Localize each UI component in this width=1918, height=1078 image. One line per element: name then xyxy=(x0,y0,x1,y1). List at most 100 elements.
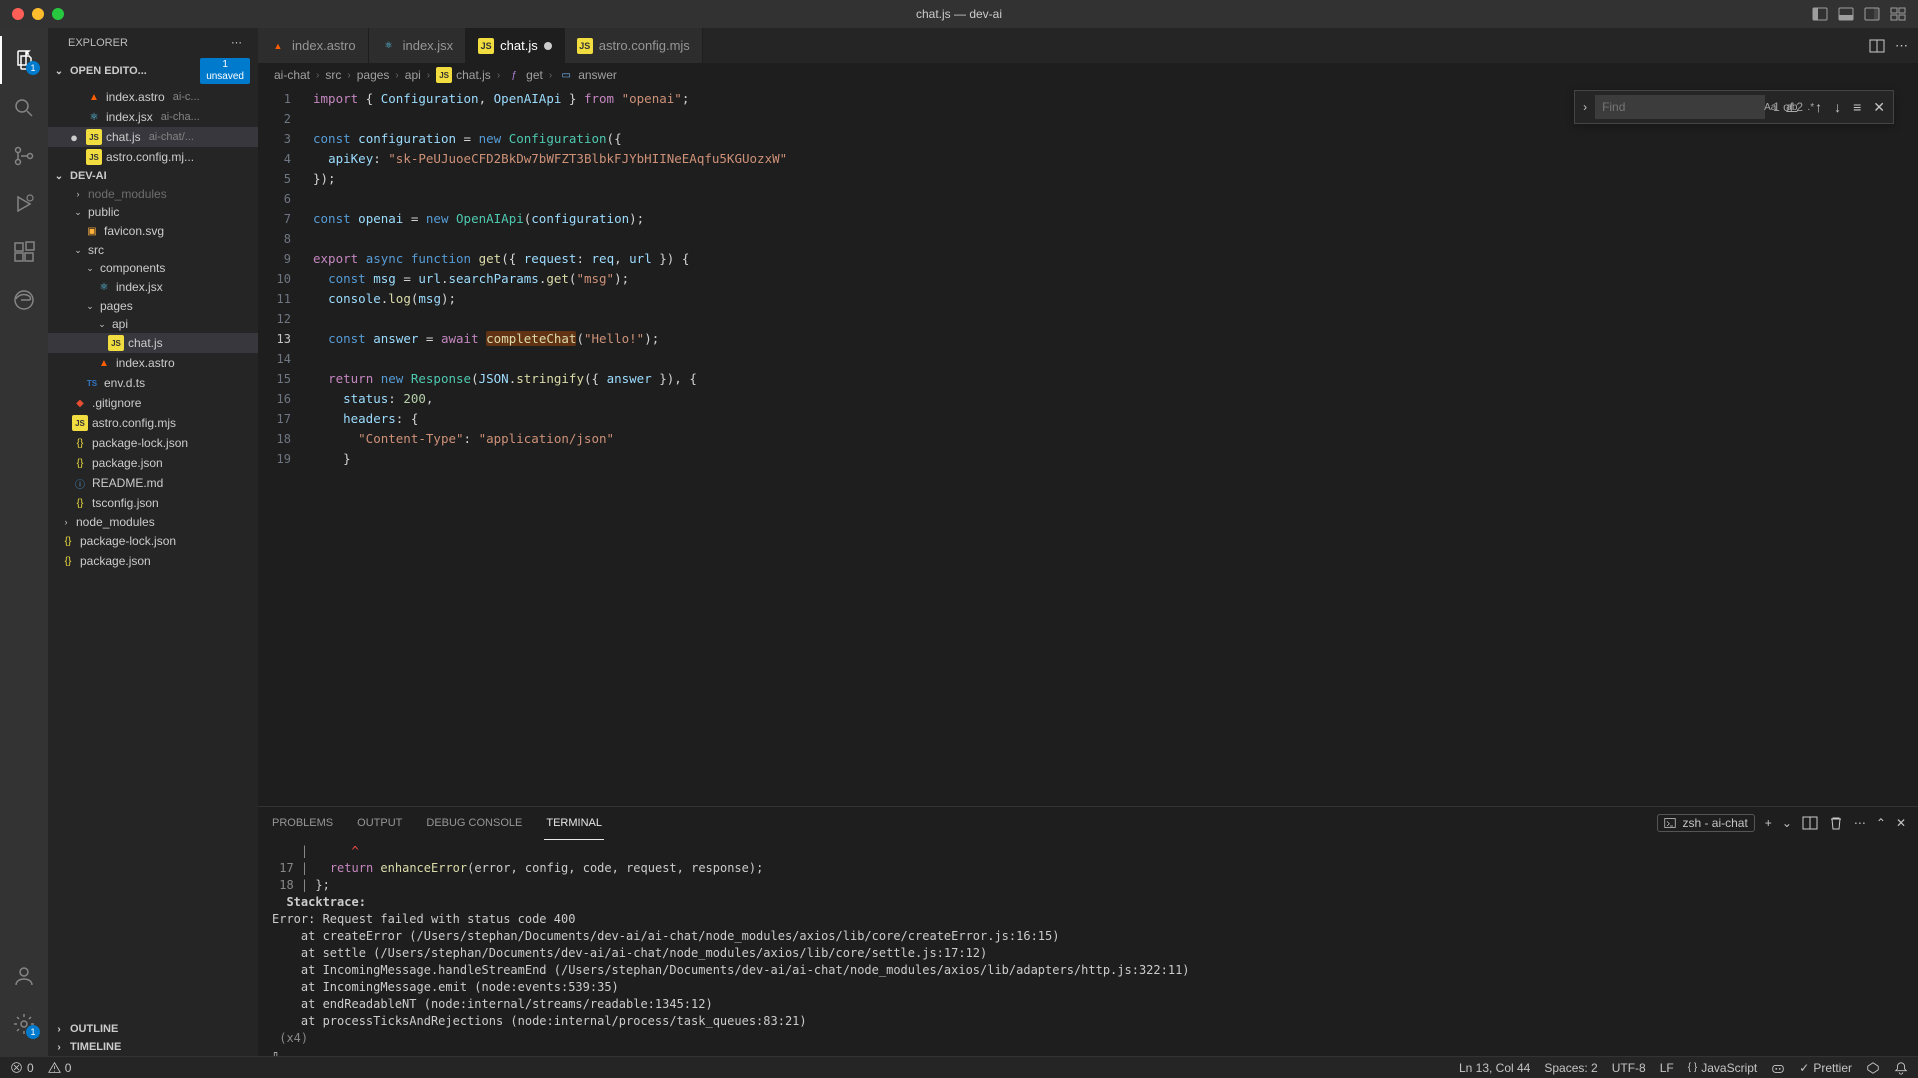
find-prev-icon[interactable]: ↑ xyxy=(1811,97,1826,117)
panel-more-icon[interactable]: ⋯ xyxy=(1854,816,1866,830)
code-line[interactable]: const answer = await completeChat("Hello… xyxy=(313,329,1918,349)
code-line[interactable] xyxy=(313,189,1918,209)
status-eol[interactable]: LF xyxy=(1660,1061,1674,1075)
code-line[interactable]: export async function get({ request: req… xyxy=(313,249,1918,269)
editor-tab[interactable]: ▲index.astro xyxy=(258,28,369,63)
tree-file[interactable]: {}package.json xyxy=(48,551,258,571)
breadcrumb-segment[interactable]: get xyxy=(526,68,543,82)
panel-tab-debug[interactable]: DEBUG CONSOLE xyxy=(424,807,524,839)
sidebar-more-icon[interactable]: ⋯ xyxy=(231,36,242,49)
breadcrumb-segment[interactable]: chat.js xyxy=(456,68,491,82)
status-spaces[interactable]: Spaces: 2 xyxy=(1544,1061,1597,1075)
panel-close-icon[interactable]: ✕ xyxy=(1896,816,1906,830)
panel-tab-output[interactable]: OUTPUT xyxy=(355,807,404,839)
tree-folder[interactable]: ⌄pages xyxy=(48,297,258,315)
layout-panel-left-icon[interactable] xyxy=(1812,6,1828,22)
window-minimize[interactable] xyxy=(32,8,44,20)
status-prettier[interactable]: ✓ Prettier xyxy=(1799,1061,1852,1075)
code-line[interactable]: console.log(msg); xyxy=(313,289,1918,309)
layout-panel-right-icon[interactable] xyxy=(1864,6,1880,22)
tree-file[interactable]: ▲index.astro xyxy=(48,353,258,373)
code-line[interactable]: return new Response(JSON.stringify({ ans… xyxy=(313,369,1918,389)
editor-tab[interactable]: ⚛index.jsx xyxy=(369,28,467,63)
code-editor[interactable]: 12345678910111213141516171819 import { C… xyxy=(258,87,1918,806)
tree-folder[interactable]: ⌄api xyxy=(48,315,258,333)
find-next-icon[interactable]: ↓ xyxy=(1830,97,1845,117)
find-input[interactable] xyxy=(1602,100,1757,114)
tree-file[interactable]: TSenv.d.ts xyxy=(48,373,258,393)
code-line[interactable] xyxy=(313,309,1918,329)
open-editor-item[interactable]: ×▲index.astroai-c... xyxy=(48,87,258,107)
code-line[interactable]: }); xyxy=(313,169,1918,189)
tree-folder[interactable]: ⌄public xyxy=(48,203,258,221)
code-line[interactable]: } xyxy=(313,449,1918,469)
code-line[interactable] xyxy=(313,349,1918,369)
tree-folder[interactable]: ⌄src xyxy=(48,241,258,259)
new-terminal-icon[interactable]: + xyxy=(1765,816,1772,830)
open-editors-header[interactable]: ⌄ OPEN EDITO... 1 unsaved xyxy=(48,55,258,87)
terminal-output[interactable]: | ^ 17 | return enhanceError(error, conf… xyxy=(258,839,1918,1056)
open-editor-item[interactable]: ×JSastro.config.mj... xyxy=(48,147,258,167)
activity-run-debug[interactable] xyxy=(0,180,48,228)
tree-file[interactable]: JSastro.config.mjs xyxy=(48,413,258,433)
status-feedback-icon[interactable] xyxy=(1866,1061,1880,1075)
activity-account[interactable] xyxy=(0,952,48,1000)
split-editor-icon[interactable] xyxy=(1869,38,1885,54)
breadcrumb[interactable]: ai-chat›src›pages›api›JSchat.js›ƒget›▭an… xyxy=(258,63,1918,87)
kill-terminal-icon[interactable] xyxy=(1828,815,1844,831)
tree-folder[interactable]: ⌄components xyxy=(48,259,258,277)
status-copilot-icon[interactable] xyxy=(1771,1061,1785,1075)
status-warnings[interactable]: 0 xyxy=(48,1061,72,1075)
outline-header[interactable]: › OUTLINE xyxy=(48,1020,258,1038)
terminal-selector[interactable]: zsh - ai-chat xyxy=(1657,814,1754,832)
find-close-icon[interactable]: ✕ xyxy=(1869,97,1889,118)
tree-file[interactable]: JSchat.js xyxy=(48,333,258,353)
more-actions-icon[interactable]: ⋯ xyxy=(1895,38,1908,54)
status-bell-icon[interactable] xyxy=(1894,1061,1908,1075)
split-terminal-icon[interactable] xyxy=(1802,815,1818,831)
activity-source-control[interactable] xyxy=(0,132,48,180)
code-content[interactable]: import { Configuration, OpenAIApi } from… xyxy=(313,87,1918,806)
tree-file[interactable]: {}tsconfig.json xyxy=(48,493,258,513)
code-line[interactable] xyxy=(313,229,1918,249)
breadcrumb-segment[interactable]: ai-chat xyxy=(274,68,310,82)
code-line[interactable]: apiKey: "sk-PeUJuoeCFD2BkDw7bWFZT3BlbkFJ… xyxy=(313,149,1918,169)
code-line[interactable]: status: 200, xyxy=(313,389,1918,409)
breadcrumb-segment[interactable]: pages xyxy=(357,68,390,82)
breadcrumb-segment[interactable]: answer xyxy=(578,68,617,82)
timeline-header[interactable]: › TIMELINE xyxy=(48,1038,258,1056)
window-maximize[interactable] xyxy=(52,8,64,20)
code-line[interactable]: const openai = new OpenAIApi(configurati… xyxy=(313,209,1918,229)
activity-extensions[interactable] xyxy=(0,228,48,276)
open-editor-item[interactable]: ×⚛index.jsxai-cha... xyxy=(48,107,258,127)
status-errors[interactable]: 0 xyxy=(10,1061,34,1075)
tree-file[interactable]: ⓘREADME.md xyxy=(48,473,258,493)
layout-panel-bottom-icon[interactable] xyxy=(1838,6,1854,22)
activity-edge[interactable] xyxy=(0,276,48,324)
status-position[interactable]: Ln 13, Col 44 xyxy=(1459,1061,1530,1075)
panel-tab-terminal[interactable]: TERMINAL xyxy=(544,807,604,840)
code-line[interactable]: const msg = url.searchParams.get("msg"); xyxy=(313,269,1918,289)
code-line[interactable]: headers: { xyxy=(313,409,1918,429)
code-line[interactable]: "Content-Type": "application/json" xyxy=(313,429,1918,449)
status-encoding[interactable]: UTF-8 xyxy=(1612,1061,1646,1075)
editor-tab[interactable]: JSchat.js xyxy=(466,28,565,63)
project-header[interactable]: ⌄ DEV-AI xyxy=(48,167,258,185)
status-language[interactable]: { } JavaScript xyxy=(1688,1061,1758,1075)
tree-file[interactable]: {}package-lock.json xyxy=(48,433,258,453)
tree-file[interactable]: ◆.gitignore xyxy=(48,393,258,413)
activity-search[interactable] xyxy=(0,84,48,132)
find-selection-icon[interactable]: ≡ xyxy=(1849,97,1865,117)
editor-tab[interactable]: JSastro.config.mjs xyxy=(565,28,703,63)
tree-file[interactable]: ⚛index.jsx xyxy=(48,277,258,297)
window-close[interactable] xyxy=(12,8,24,20)
panel-tab-problems[interactable]: PROBLEMS xyxy=(270,807,335,839)
find-expand-icon[interactable]: › xyxy=(1579,100,1591,114)
activity-settings[interactable]: 1 xyxy=(0,1000,48,1048)
breadcrumb-segment[interactable]: api xyxy=(405,68,421,82)
code-line[interactable]: const configuration = new Configuration(… xyxy=(313,129,1918,149)
tree-file[interactable]: {}package.json xyxy=(48,453,258,473)
panel-maximize-icon[interactable]: ⌃ xyxy=(1876,816,1886,830)
terminal-dropdown-icon[interactable]: ⌄ xyxy=(1782,816,1792,830)
tree-file[interactable]: ▣favicon.svg xyxy=(48,221,258,241)
